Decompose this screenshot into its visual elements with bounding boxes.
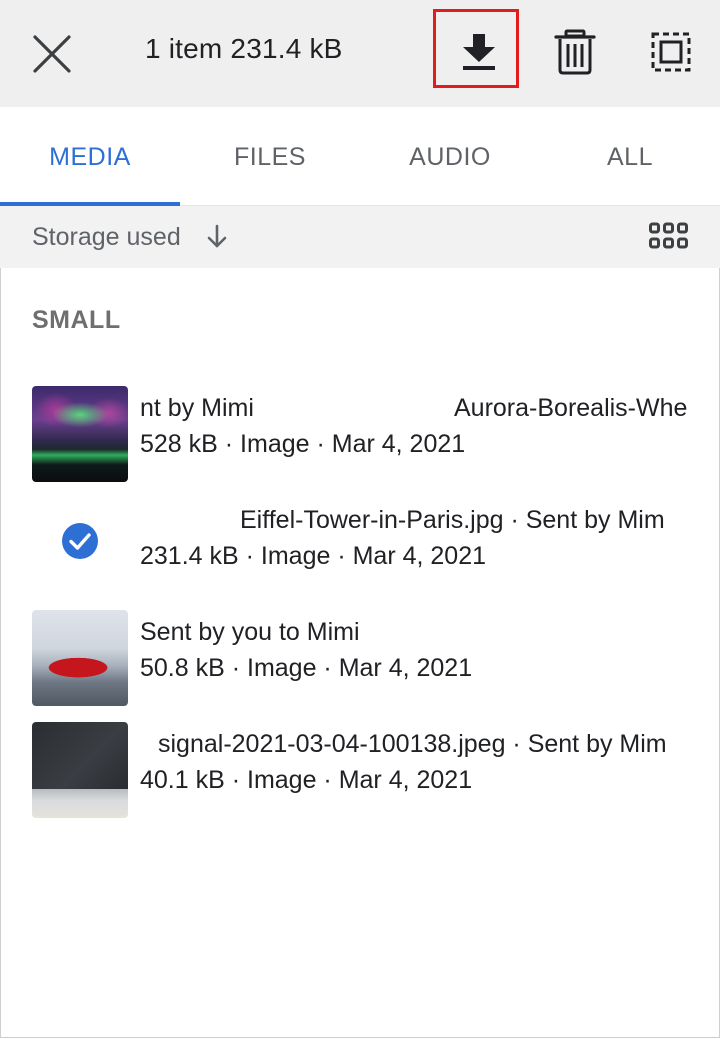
item-title-part: nt by Mimi (140, 394, 254, 422)
laptop-thumbnail (32, 722, 128, 818)
item-title: signal-2021-03-04-100138.jpeg · Sent by … (140, 730, 708, 764)
list-item[interactable]: Sent by you to Mimi 50.8 kB · Image · Ma… (0, 610, 720, 710)
check-icon (62, 523, 98, 559)
tab-audio[interactable]: AUDIO (360, 107, 540, 205)
item-title-text: Eiffel-Tower-in-Paris.jpg · Sent by Mim (240, 506, 665, 534)
item-meta: 40.1 kB · Image · Mar 4, 2021 (140, 766, 473, 794)
item-title-part: Aurora-Borealis-Whe (454, 394, 688, 422)
sort-bar: Storage used (0, 206, 720, 268)
car-thumbnail (32, 610, 128, 706)
item-title-text: signal-2021-03-04-100138.jpeg · Sent by … (158, 730, 667, 758)
sort-by-button[interactable]: Storage used (32, 223, 181, 252)
item-title: nt by Mimi Aurora-Borealis-Whe (140, 394, 708, 428)
item-meta: 231.4 kB · Image · Mar 4, 2021 (140, 542, 487, 570)
tab-all[interactable]: ALL (540, 107, 720, 205)
item-meta: 528 kB · Image · Mar 4, 2021 (140, 430, 466, 458)
item-title: Eiffel-Tower-in-Paris.jpg · Sent by Mim (140, 506, 708, 540)
list-item[interactable]: nt by Mimi Aurora-Borealis-Whe 528 kB · … (0, 386, 720, 486)
select-all-button[interactable] (650, 31, 692, 78)
item-title: Sent by you to Mimi (140, 618, 360, 646)
download-button[interactable] (433, 9, 519, 88)
download-icon (463, 34, 495, 70)
delete-button[interactable] (552, 28, 598, 81)
grid-view-icon[interactable] (649, 222, 689, 250)
arrow-down-icon[interactable] (205, 223, 229, 251)
media-type-tabs: MEDIA FILES AUDIO ALL (0, 107, 720, 206)
trash-icon (554, 29, 596, 75)
tab-media[interactable]: MEDIA (0, 107, 180, 205)
close-icon (33, 35, 71, 73)
list-item[interactable]: signal-2021-03-04-100138.jpeg · Sent by … (0, 722, 720, 822)
selection-count-title: 1 item 231.4 kB (145, 33, 343, 64)
aurora-thumbnail (32, 386, 128, 482)
list-item-selected[interactable]: Eiffel-Tower-in-Paris.jpg · Sent by Mim … (0, 498, 720, 598)
select-all-icon (651, 32, 691, 72)
section-header-small: SMALL (32, 306, 121, 334)
item-meta: 50.8 kB · Image · Mar 4, 2021 (140, 654, 473, 682)
close-selection-button[interactable] (24, 26, 80, 82)
tab-files[interactable]: FILES (180, 107, 360, 205)
selection-action-bar: 1 item 231.4 kB (0, 0, 720, 107)
